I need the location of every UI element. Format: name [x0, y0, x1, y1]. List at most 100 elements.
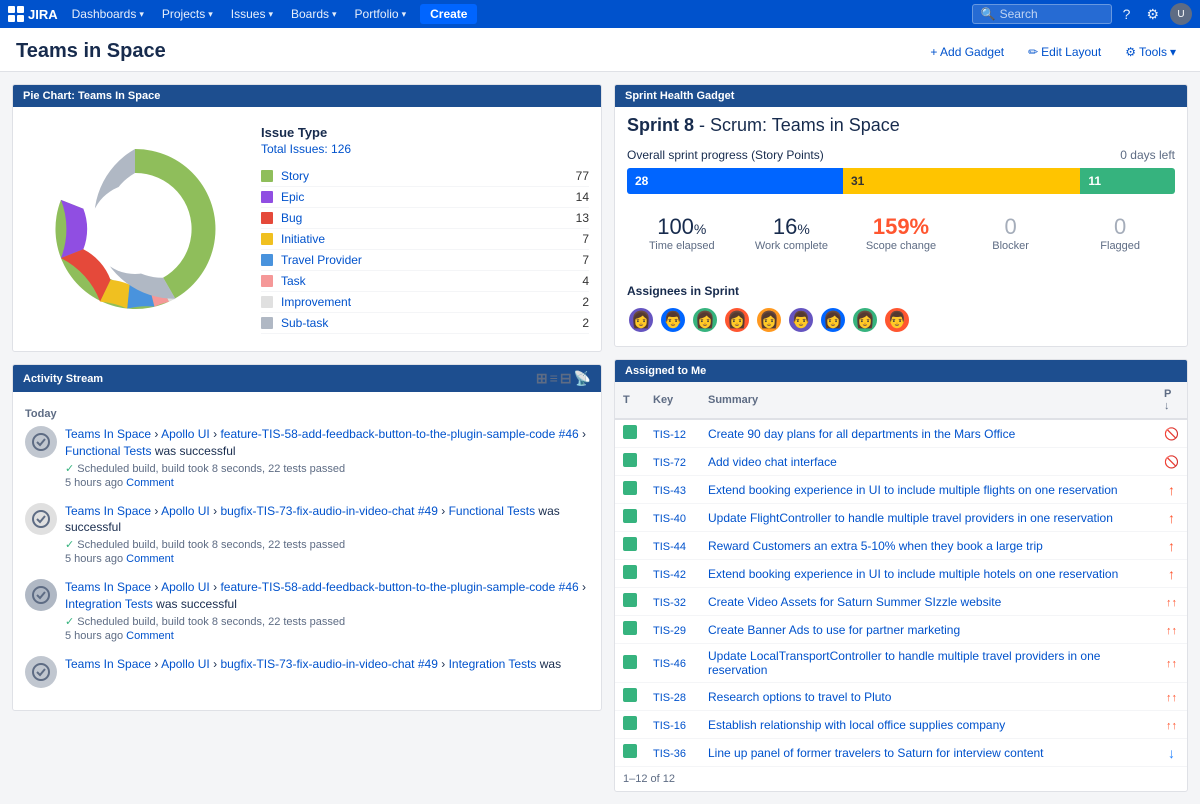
issue-key-link[interactable]: TIS-42: [653, 569, 686, 581]
search-input[interactable]: [1000, 7, 1100, 21]
assignee-avatar[interactable]: 👨: [659, 306, 687, 334]
project-link[interactable]: Teams In Space: [65, 504, 151, 518]
issue-priority-cell: ↑: [1156, 476, 1187, 504]
legend-label[interactable]: Bug: [281, 211, 576, 225]
table-row: TIS-16 Establish relationship with local…: [615, 711, 1187, 739]
sprint-progress-section: Overall sprint progress (Story Points) 0…: [615, 148, 1187, 284]
issue-key-link[interactable]: TIS-32: [653, 597, 686, 609]
search-bar[interactable]: 🔍: [972, 4, 1112, 24]
legend-label[interactable]: Epic: [281, 190, 576, 204]
sub-link[interactable]: Apollo UI: [161, 657, 210, 671]
issue-key-link[interactable]: TIS-16: [653, 720, 686, 732]
legend-label[interactable]: Initiative: [281, 232, 582, 246]
activity-toolbar: ⊞ ≡ ⊟ 📡: [536, 370, 591, 387]
issue-summary-link[interactable]: Update LocalTransportController to handl…: [708, 649, 1100, 677]
build-num-link[interactable]: #49: [418, 657, 438, 671]
flagged-value: 0: [1071, 214, 1169, 240]
issue-key-link[interactable]: TIS-12: [653, 429, 686, 441]
legend-label[interactable]: Improvement: [281, 295, 582, 309]
branch-link[interactable]: bugfix-TIS-73-fix-audio-in-video-chat: [220, 657, 414, 671]
help-icon[interactable]: ?: [1118, 4, 1136, 24]
legend-label[interactable]: Task: [281, 274, 582, 288]
issue-key-link[interactable]: TIS-40: [653, 513, 686, 525]
legend-label[interactable]: Sub-task: [281, 316, 582, 330]
test-type-link[interactable]: Integration Tests: [449, 657, 537, 671]
issue-summary-link[interactable]: Research options to travel to Pluto: [708, 690, 891, 704]
legend-color-swatch: [261, 233, 273, 245]
grid-icon[interactable]: ⊞: [536, 370, 548, 387]
sub-link[interactable]: Apollo UI: [161, 427, 210, 441]
assignee-avatar[interactable]: 👩: [851, 306, 879, 334]
build-num-link[interactable]: #49: [418, 504, 438, 518]
legend-label[interactable]: Story: [281, 169, 576, 183]
nav-projects[interactable]: Projects ▾: [154, 3, 221, 25]
test-type-link[interactable]: Functional Tests: [65, 444, 152, 458]
branch-link[interactable]: feature-TIS-58-add-feedback-button-to-th…: [220, 427, 555, 441]
legend-label[interactable]: Travel Provider: [281, 253, 582, 267]
issue-summary-link[interactable]: Extend booking experience in UI to inclu…: [708, 567, 1118, 581]
page-header: Teams in Space + Add Gadget ✏ Edit Layou…: [0, 28, 1200, 72]
branch-link[interactable]: feature-TIS-58-add-feedback-button-to-th…: [220, 580, 555, 594]
issue-key-link[interactable]: TIS-72: [653, 457, 686, 469]
issue-summary-link[interactable]: Create Banner Ads to use for partner mar…: [708, 623, 960, 637]
issue-summary-link[interactable]: Line up panel of former travelers to Sat…: [708, 746, 1044, 760]
nav-dashboards[interactable]: Dashboards ▾: [64, 3, 152, 25]
build-num-link[interactable]: #46: [559, 580, 579, 594]
assignee-avatar[interactable]: 👩: [627, 306, 655, 334]
priority-icon: 🚫: [1164, 455, 1179, 469]
sub-link[interactable]: Apollo UI: [161, 580, 210, 594]
sub-link[interactable]: Apollo UI: [161, 504, 210, 518]
project-link[interactable]: Teams In Space: [65, 657, 151, 671]
priority-icon: ↑↑: [1166, 625, 1177, 637]
assignee-avatar[interactable]: 👩: [755, 306, 783, 334]
legend-count: 77: [576, 169, 589, 183]
total-link[interactable]: 126: [331, 142, 351, 156]
list-icon[interactable]: ≡: [550, 370, 558, 387]
test-type-link[interactable]: Functional Tests: [449, 504, 536, 518]
create-button[interactable]: Create: [420, 4, 477, 24]
assigned-table-body: TIS-12 Create 90 day plans for all depar…: [615, 419, 1187, 767]
test-type-link[interactable]: Integration Tests: [65, 597, 153, 611]
nav-issues[interactable]: Issues ▾: [223, 3, 281, 25]
jira-logo[interactable]: JIRA: [8, 6, 58, 22]
edit-layout-button[interactable]: ✏ Edit Layout: [1020, 41, 1109, 63]
settings-icon[interactable]: ⚙: [1141, 4, 1164, 25]
nav-boards[interactable]: Boards ▾: [283, 3, 345, 25]
comment-link[interactable]: Comment: [126, 553, 174, 565]
user-avatar[interactable]: U: [1170, 3, 1192, 25]
comment-link[interactable]: Comment: [126, 630, 174, 642]
add-gadget-button[interactable]: + Add Gadget: [922, 41, 1012, 63]
assignee-avatar[interactable]: 👩: [819, 306, 847, 334]
project-link[interactable]: Teams In Space: [65, 427, 151, 441]
assignee-avatar[interactable]: 👩: [723, 306, 751, 334]
issue-summary-link[interactable]: Extend booking experience in UI to inclu…: [708, 483, 1118, 497]
issue-summary-link[interactable]: Reward Customers an extra 5-10% when the…: [708, 539, 1043, 553]
tools-button[interactable]: ⚙ Tools ▾: [1117, 41, 1184, 63]
project-link[interactable]: Teams In Space: [65, 580, 151, 594]
issue-summary-cell: Reward Customers an extra 5-10% when the…: [700, 532, 1156, 560]
issue-key-link[interactable]: TIS-43: [653, 485, 686, 497]
issue-summary-link[interactable]: Add video chat interface: [708, 455, 837, 469]
issue-priority-cell: ↑: [1156, 560, 1187, 588]
rss-icon[interactable]: 📡: [574, 370, 591, 387]
nav-portfolio[interactable]: Portfolio ▾: [347, 3, 415, 25]
legend-item: Improvement 2: [261, 292, 589, 313]
issue-priority-cell: ↑: [1156, 504, 1187, 532]
issue-summary-link[interactable]: Establish relationship with local office…: [708, 718, 1005, 732]
assignee-avatar[interactable]: 👩: [691, 306, 719, 334]
issue-summary-link[interactable]: Update FlightController to handle multip…: [708, 511, 1113, 525]
issue-summary-link[interactable]: Create 90 day plans for all departments …: [708, 427, 1015, 441]
priority-icon: ↑: [1168, 510, 1175, 526]
issue-key-link[interactable]: TIS-46: [653, 658, 686, 670]
table-icon[interactable]: ⊟: [560, 370, 572, 387]
comment-link[interactable]: Comment: [126, 477, 174, 489]
issue-summary-link[interactable]: Create Video Assets for Saturn Summer SI…: [708, 595, 1001, 609]
issue-key-link[interactable]: TIS-36: [653, 748, 686, 760]
issue-key-cell: TIS-32: [645, 588, 700, 616]
issue-key-link[interactable]: TIS-29: [653, 625, 686, 637]
assignee-avatar[interactable]: 👨: [883, 306, 911, 334]
issue-key-link[interactable]: TIS-44: [653, 541, 686, 553]
build-num-link[interactable]: #46: [559, 427, 579, 441]
branch-link[interactable]: bugfix-TIS-73-fix-audio-in-video-chat: [220, 504, 414, 518]
assignee-avatar[interactable]: 👨: [787, 306, 815, 334]
